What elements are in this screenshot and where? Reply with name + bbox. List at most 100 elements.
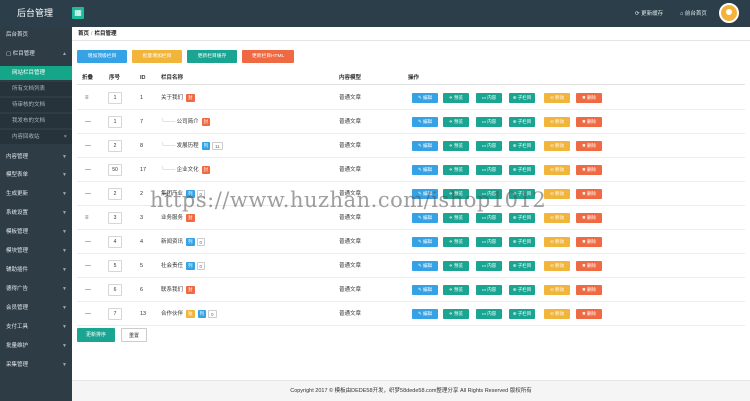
fold-toggle-icon[interactable]: — bbox=[85, 110, 91, 134]
column-name[interactable]: 新闻资讯 bbox=[161, 239, 183, 245]
sidebar-item-model-forms[interactable]: 模型表单 ▼ bbox=[0, 168, 72, 182]
preview-button[interactable]: ✈ 预览 bbox=[443, 261, 469, 271]
column-name[interactable]: 社会责任 bbox=[161, 263, 183, 269]
update-order-button[interactable]: 更新排序 bbox=[77, 328, 115, 342]
content-button[interactable]: ▭ 内容 bbox=[476, 141, 502, 151]
move-button[interactable]: ⊙ 移动 bbox=[544, 93, 570, 103]
content-button[interactable]: ▭ 内容 bbox=[476, 309, 502, 319]
preview-button[interactable]: ✈ 预览 bbox=[443, 237, 469, 247]
order-input[interactable]: 2 bbox=[108, 188, 122, 200]
fold-toggle-icon[interactable]: — bbox=[85, 254, 91, 278]
child-column-button[interactable]: ⊕ 子栏目 bbox=[509, 213, 535, 223]
preview-button[interactable]: ✈ 预览 bbox=[443, 309, 469, 319]
frontend-home-button[interactable]: ⌂ 前台首页 bbox=[680, 9, 707, 17]
delete-button[interactable]: ✖ 删除 bbox=[576, 261, 602, 271]
order-input[interactable]: 3 bbox=[108, 212, 122, 224]
child-column-button[interactable]: ⊕ 子栏目 bbox=[509, 285, 535, 295]
fold-toggle-icon[interactable]: ≡ bbox=[85, 86, 89, 110]
refresh-cache-button[interactable]: ⟳ 更新缓存 bbox=[635, 9, 663, 17]
edit-button[interactable]: ✎ 编辑 bbox=[412, 309, 438, 319]
content-button[interactable]: ▭ 内容 bbox=[476, 237, 502, 247]
fold-toggle-icon[interactable]: ≡ bbox=[85, 206, 89, 230]
breadcrumb-home[interactable]: 首页 bbox=[78, 31, 89, 37]
sidebar-item-batch[interactable]: 批量维护 ▼ bbox=[0, 339, 72, 353]
sidebar-sub-pending-docs[interactable]: 待审核的文档 bbox=[0, 98, 72, 112]
delete-button[interactable]: ✖ 删除 bbox=[576, 93, 602, 103]
grid-icon[interactable]: ▦ bbox=[72, 7, 84, 19]
fold-toggle-icon[interactable]: — bbox=[85, 134, 91, 158]
move-button[interactable]: ⊙ 移动 bbox=[544, 117, 570, 127]
content-button[interactable]: ▭ 内容 bbox=[476, 165, 502, 175]
delete-button[interactable]: ✖ 删除 bbox=[576, 285, 602, 295]
order-input[interactable]: 4 bbox=[108, 236, 122, 248]
move-button[interactable]: ⊙ 移动 bbox=[544, 237, 570, 247]
child-column-button[interactable]: ⊕ 子栏目 bbox=[509, 309, 535, 319]
sidebar-sub-site-columns[interactable]: 网站栏目管理 bbox=[0, 66, 72, 80]
delete-button[interactable]: ✖ 删除 bbox=[576, 189, 602, 199]
delete-button[interactable]: ✖ 删除 bbox=[576, 117, 602, 127]
column-name[interactable]: 业务服务 bbox=[161, 215, 183, 221]
column-name[interactable]: 合作伙伴 bbox=[161, 311, 183, 317]
content-button[interactable]: ▭ 内容 bbox=[476, 213, 502, 223]
move-button[interactable]: ⊙ 移动 bbox=[544, 165, 570, 175]
move-button[interactable]: ⊙ 移动 bbox=[544, 189, 570, 199]
column-name[interactable]: 企业文化 bbox=[177, 167, 199, 173]
sidebar-item-column-manage[interactable]: ▢ 栏目管理 ▲ bbox=[0, 47, 72, 61]
delete-button[interactable]: ✖ 删除 bbox=[576, 237, 602, 247]
delete-button[interactable]: ✖ 删除 bbox=[576, 141, 602, 151]
column-name[interactable]: 关于我们 bbox=[161, 95, 183, 101]
child-column-button[interactable]: ⊕ 子栏目 bbox=[509, 165, 535, 175]
update-column-cache-button[interactable]: 更新栏目缓存 bbox=[187, 50, 237, 63]
sidebar-item-payment[interactable]: 支付工具 ▼ bbox=[0, 320, 72, 334]
sidebar-item-content[interactable]: 内容管理 ▼ bbox=[0, 150, 72, 164]
fold-toggle-icon[interactable]: — bbox=[85, 278, 91, 302]
sidebar-item-home[interactable]: 后台首页 bbox=[0, 28, 72, 42]
edit-button[interactable]: ✎ 编辑 bbox=[412, 285, 438, 295]
batch-add-column-button[interactable]: 批量增加栏目 bbox=[132, 50, 182, 63]
move-button[interactable]: ⊙ 移动 bbox=[544, 261, 570, 271]
child-column-button[interactable]: ⊕ 子栏目 bbox=[509, 237, 535, 247]
update-column-html-button[interactable]: 更新栏目HTML bbox=[242, 50, 294, 63]
edit-button[interactable]: ✎ 编辑 bbox=[412, 165, 438, 175]
delete-button[interactable]: ✖ 删除 bbox=[576, 309, 602, 319]
order-input[interactable]: 2 bbox=[108, 140, 122, 152]
sidebar-sub-all-docs[interactable]: 所有文档列表 bbox=[0, 82, 72, 96]
sidebar-item-templates[interactable]: 模板管理 ▼ bbox=[0, 225, 72, 239]
content-button[interactable]: ▭ 内容 bbox=[476, 285, 502, 295]
close-icon[interactable]: × bbox=[64, 130, 67, 144]
content-button[interactable]: ▭ 内容 bbox=[476, 93, 502, 103]
preview-button[interactable]: ✈ 预览 bbox=[443, 93, 469, 103]
preview-button[interactable]: ✈ 预览 bbox=[443, 141, 469, 151]
child-column-button[interactable]: ⊕ 子栏目 bbox=[509, 93, 535, 103]
sidebar-item-settings[interactable]: 系统设置 ▼ bbox=[0, 206, 72, 220]
preview-button[interactable]: ✈ 预览 bbox=[443, 117, 469, 127]
column-name[interactable]: 发展历程 bbox=[177, 143, 199, 149]
sidebar-item-generate[interactable]: 生成更新 ▼ bbox=[0, 187, 72, 201]
sidebar-sub-my-docs[interactable]: 我发布的文档 bbox=[0, 114, 72, 128]
child-column-button[interactable]: ⊕ 子栏目 bbox=[509, 117, 535, 127]
column-name[interactable]: 联系我们 bbox=[161, 287, 183, 293]
child-column-button[interactable]: ⊕ 子栏目 bbox=[509, 261, 535, 271]
edit-button[interactable]: ✎ 编辑 bbox=[412, 237, 438, 247]
order-input[interactable]: 1 bbox=[108, 92, 122, 104]
sidebar-item-members[interactable]: 会员管理 ▼ bbox=[0, 301, 72, 315]
move-button[interactable]: ⊙ 移动 bbox=[544, 285, 570, 295]
sidebar-item-plugins[interactable]: 辅助插件 ▼ bbox=[0, 263, 72, 277]
move-button[interactable]: ⊙ 移动 bbox=[544, 309, 570, 319]
sidebar-sub-recycle-bin[interactable]: 内容回收站 × bbox=[0, 130, 72, 144]
child-column-button[interactable]: ⊕ 子栏目 bbox=[509, 141, 535, 151]
order-input[interactable]: 50 bbox=[108, 164, 122, 176]
order-input[interactable]: 1 bbox=[108, 116, 122, 128]
move-button[interactable]: ⊙ 移动 bbox=[544, 213, 570, 223]
edit-button[interactable]: ✎ 编辑 bbox=[412, 213, 438, 223]
content-button[interactable]: ▭ 内容 bbox=[476, 261, 502, 271]
fold-toggle-icon[interactable]: — bbox=[85, 302, 91, 326]
order-input[interactable]: 5 bbox=[108, 260, 122, 272]
edit-button[interactable]: ✎ 编辑 bbox=[412, 117, 438, 127]
sidebar-item-modules[interactable]: 模块管理 ▼ bbox=[0, 244, 72, 258]
order-input[interactable]: 7 bbox=[108, 308, 122, 320]
order-input[interactable]: 6 bbox=[108, 284, 122, 296]
edit-button[interactable]: ✎ 编辑 bbox=[412, 93, 438, 103]
column-name[interactable]: 公司简介 bbox=[177, 119, 199, 125]
fold-toggle-icon[interactable]: — bbox=[85, 230, 91, 254]
